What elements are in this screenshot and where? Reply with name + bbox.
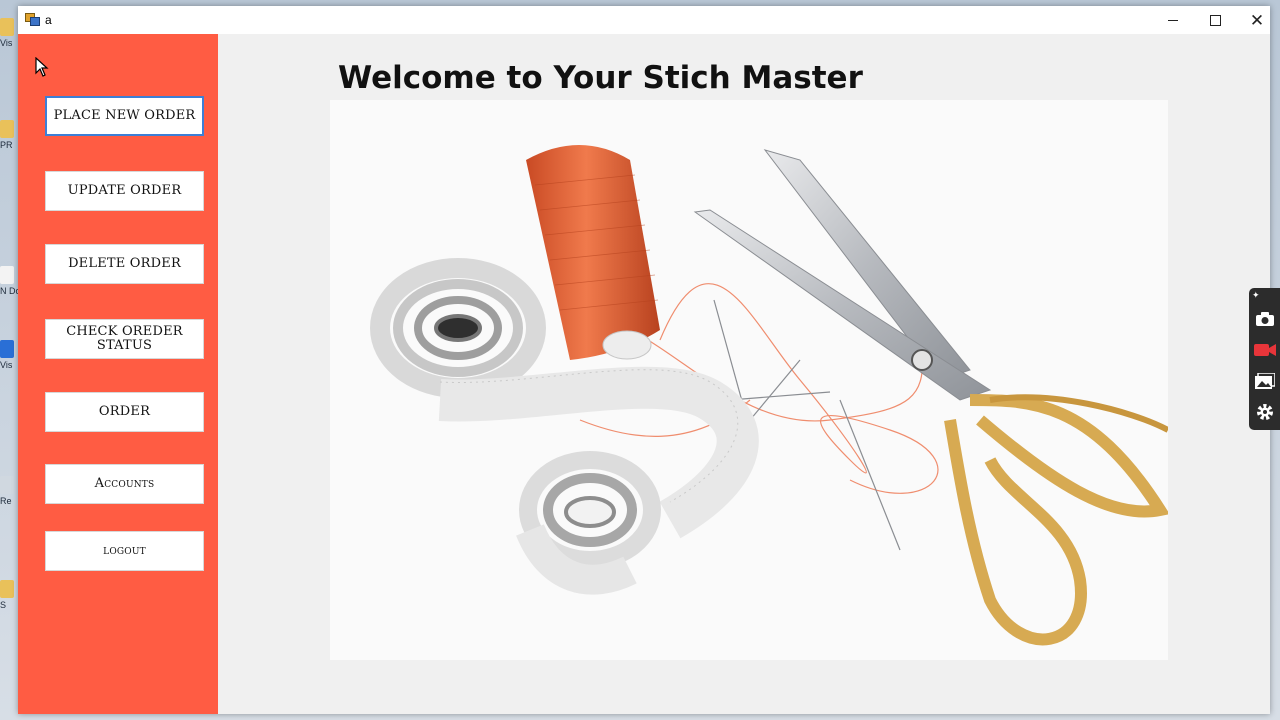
sidebar: PLACE NEW ORDER UPDATE ORDER DELETE ORDE… bbox=[18, 34, 218, 714]
maximize-icon bbox=[1209, 14, 1221, 26]
title-bar[interactable]: a ✕ bbox=[18, 6, 1270, 34]
check-order-status-button[interactable]: CHECK OREDER STATUS bbox=[45, 319, 204, 359]
delete-order-button[interactable]: DELETE ORDER bbox=[45, 244, 204, 284]
page-title: Welcome to Your Stich Master bbox=[338, 60, 863, 96]
desktop-icon[interactable]: S bbox=[0, 580, 18, 610]
mouse-cursor-icon bbox=[35, 57, 49, 77]
logout-button[interactable]: logout bbox=[45, 531, 204, 571]
accounts-button[interactable]: Accounts bbox=[45, 464, 204, 504]
minimize-button[interactable] bbox=[1152, 6, 1194, 34]
camera-icon[interactable] bbox=[1254, 308, 1276, 330]
order-button[interactable]: ORDER bbox=[45, 392, 204, 432]
capture-toolbar: ✦ bbox=[1249, 288, 1280, 430]
window-title: a bbox=[45, 13, 52, 27]
gallery-icon[interactable] bbox=[1254, 370, 1276, 392]
close-button[interactable]: ✕ bbox=[1236, 6, 1278, 34]
app-icon bbox=[25, 13, 40, 26]
maximize-button[interactable] bbox=[1194, 6, 1236, 34]
update-order-button[interactable]: UPDATE ORDER bbox=[45, 171, 204, 211]
sewing-illustration bbox=[330, 100, 1168, 660]
settings-icon[interactable] bbox=[1254, 401, 1276, 423]
desktop-icon[interactable]: N Do bbox=[0, 266, 18, 296]
desktop-icon[interactable]: Vis bbox=[0, 18, 18, 48]
desktop-icon[interactable]: Re bbox=[0, 476, 18, 506]
main-panel: Welcome to Your Stich Master bbox=[218, 34, 1270, 714]
hero-image bbox=[330, 100, 1168, 660]
pin-icon[interactable]: ✦ bbox=[1252, 291, 1261, 300]
app-window: a ✕ PLACE NEW ORDER UPDATE ORDER DELETE … bbox=[18, 6, 1270, 714]
desktop-icon[interactable]: Vis bbox=[0, 340, 18, 370]
minimize-icon bbox=[1168, 19, 1178, 21]
place-new-order-button[interactable]: PLACE NEW ORDER bbox=[45, 96, 204, 136]
close-icon: ✕ bbox=[1249, 10, 1265, 30]
video-icon[interactable] bbox=[1254, 339, 1276, 361]
desktop-icon[interactable]: PR bbox=[0, 120, 18, 150]
